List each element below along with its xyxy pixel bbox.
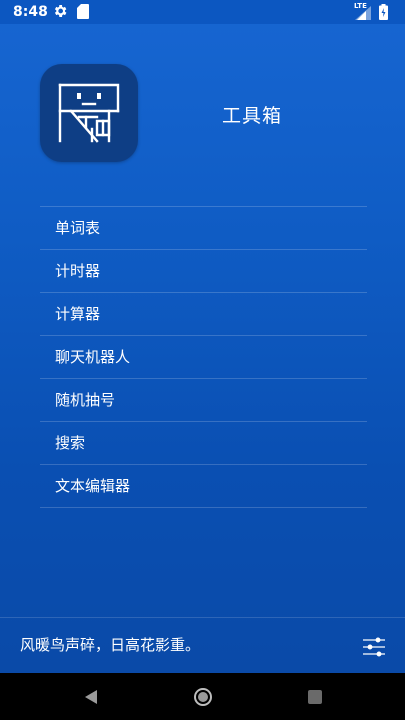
battery-icon (379, 4, 388, 20)
menu-item-label: 聊天机器人 (55, 348, 131, 366)
menu-item-label: 计算器 (55, 305, 101, 323)
menu-item-word-list[interactable]: 单词表 (40, 207, 367, 250)
menu-item-chatbot[interactable]: 聊天机器人 (40, 336, 367, 379)
back-icon[interactable] (78, 684, 104, 710)
footer: 风暖鸟声碎，日高花影重。 (0, 617, 405, 673)
menu-item-calculator[interactable]: 计算器 (40, 293, 367, 336)
status-bar: 8:48 LTE (0, 0, 405, 24)
system-nav-bar (0, 673, 405, 720)
recents-icon[interactable] (302, 684, 328, 710)
home-icon[interactable] (190, 684, 216, 710)
menu-item-timer[interactable]: 计时器 (40, 250, 367, 293)
signal-icon (355, 6, 371, 20)
menu-item-label: 计时器 (55, 262, 101, 280)
menu-item-label: 随机抽号 (55, 391, 116, 409)
menu-item-search[interactable]: 搜索 (40, 422, 367, 465)
sliders-icon[interactable] (362, 636, 386, 658)
toolbox-logo-icon (58, 83, 120, 143)
status-time: 8:48 (13, 4, 48, 20)
menu-item-label: 单词表 (55, 219, 101, 237)
sd-card-icon (77, 4, 89, 19)
menu-item-text-editor[interactable]: 文本编辑器 (40, 465, 367, 508)
tool-menu: 单词表 计时器 计算器 聊天机器人 随机抽号 搜索 文本编辑器 (40, 206, 367, 508)
menu-item-label: 搜索 (55, 434, 86, 452)
menu-item-random-draw[interactable]: 随机抽号 (40, 379, 367, 422)
gear-icon (54, 5, 67, 17)
daily-quote: 风暖鸟声碎，日高花影重。 (20, 636, 201, 654)
menu-item-label: 文本编辑器 (55, 477, 131, 495)
app-logo (40, 64, 138, 162)
app-screen: 8:48 LTE 工具箱 单词表 计时器 计算器 聊天机器人 随机抽号 搜索 文… (0, 0, 405, 673)
page-title: 工具箱 (222, 105, 283, 127)
